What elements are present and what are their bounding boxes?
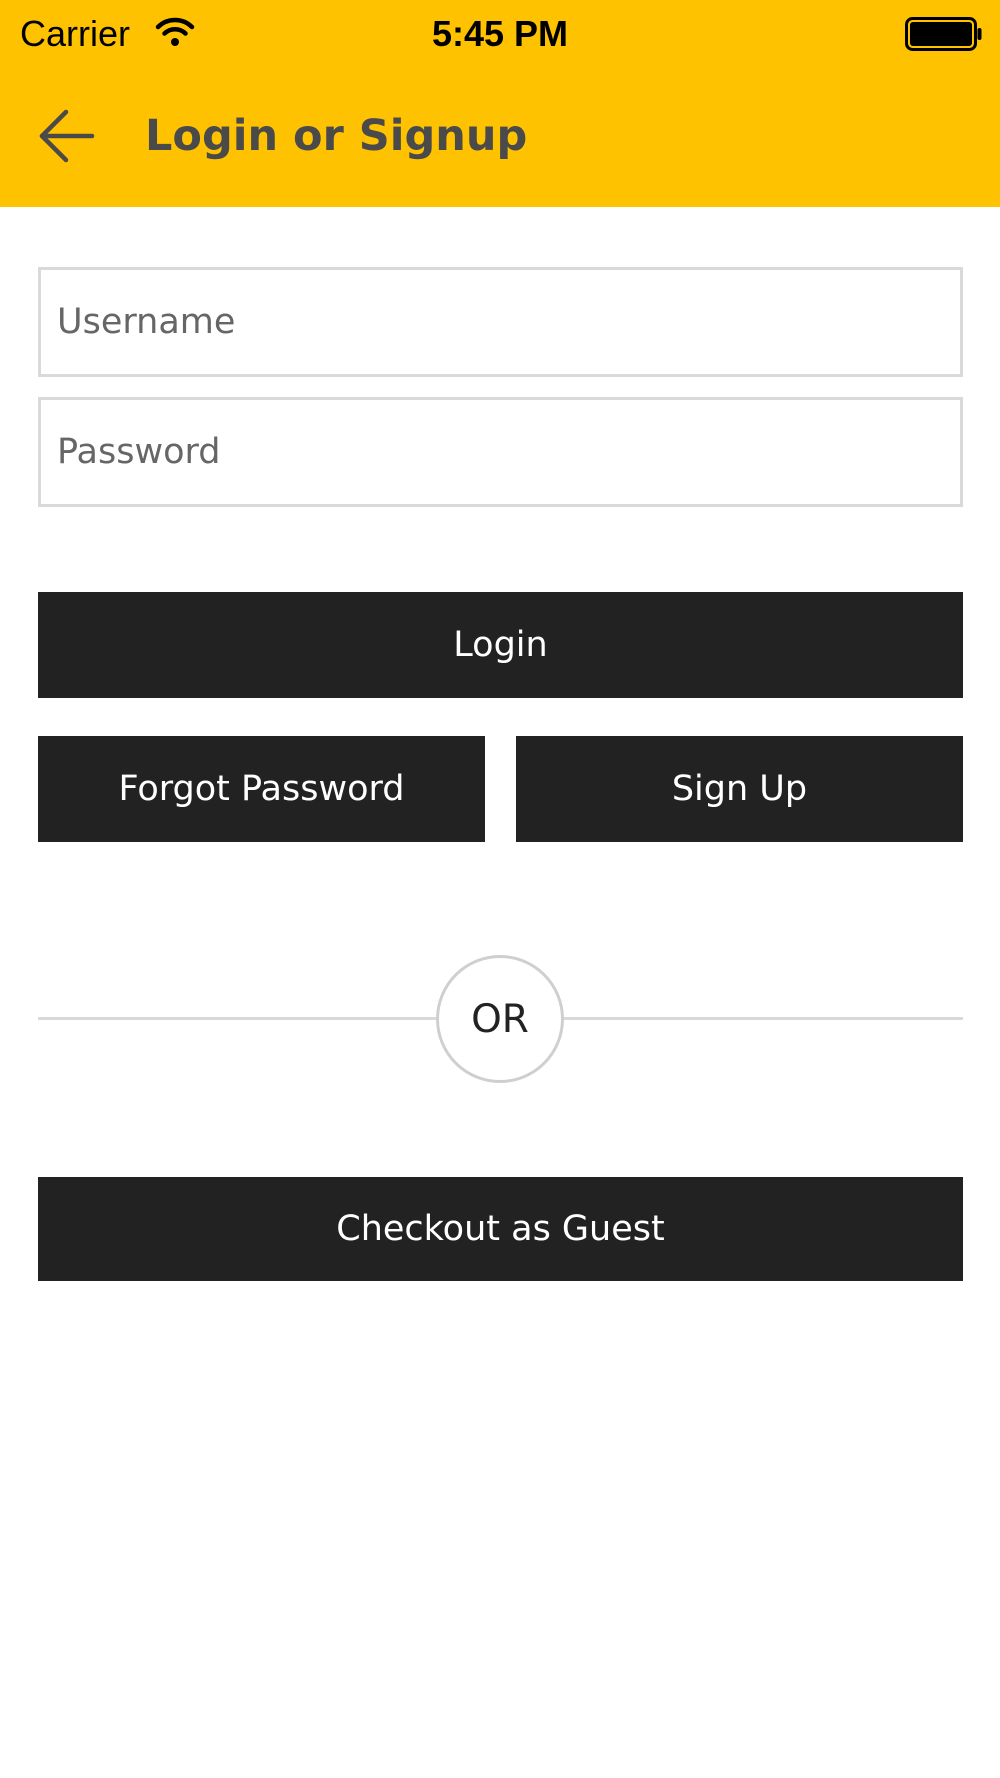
password-input[interactable]	[41, 400, 960, 504]
forgot-password-button[interactable]: Forgot Password	[38, 736, 485, 842]
checkout-as-guest-button[interactable]: Checkout as Guest	[38, 1177, 963, 1281]
username-input[interactable]	[41, 270, 960, 374]
or-divider-circle: OR	[436, 955, 564, 1083]
username-field-container	[38, 267, 963, 377]
login-screen: Carrier 5:45 PM Login or Signup Username…	[0, 0, 1000, 1778]
or-divider-left-line	[38, 1017, 436, 1020]
or-divider-right-line	[564, 1017, 963, 1020]
status-time: 5:45 PM	[431, 13, 569, 54]
or-label: OR	[471, 996, 529, 1042]
nav-bar: Login or Signup	[0, 86, 1000, 186]
page-title: Login or Signup	[145, 111, 528, 161]
sign-up-button[interactable]: Sign Up	[516, 736, 963, 842]
header: Carrier 5:45 PM Login or Signup	[0, 0, 1000, 207]
battery-icon	[905, 17, 982, 51]
back-arrow-icon[interactable]	[36, 106, 96, 166]
password-field-container	[38, 397, 963, 507]
login-button[interactable]: Login	[38, 592, 963, 698]
status-bar: Carrier 5:45 PM	[0, 0, 1000, 66]
